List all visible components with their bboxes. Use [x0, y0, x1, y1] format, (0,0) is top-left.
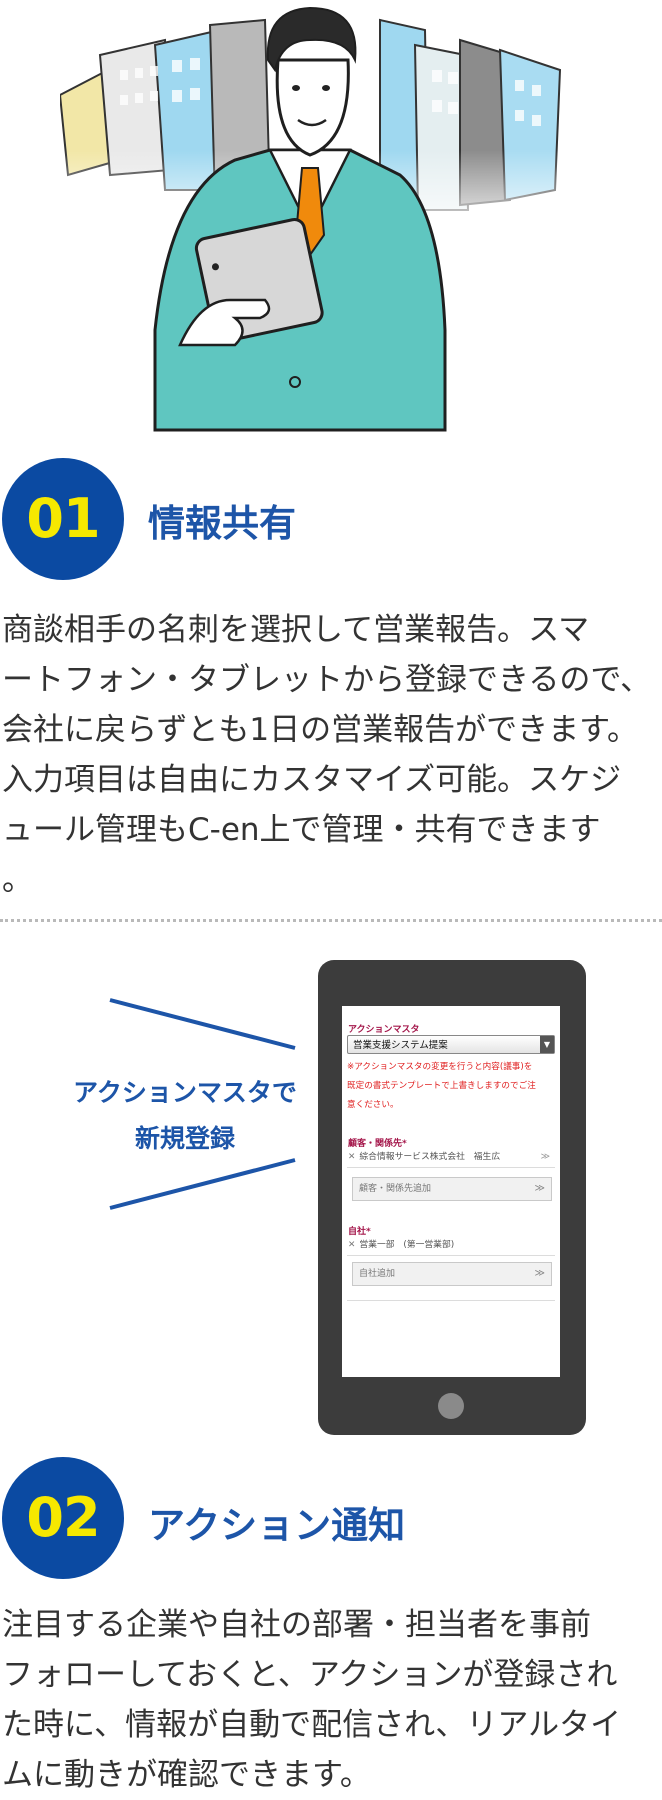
remove-icon[interactable]: ✕: [348, 1152, 355, 1162]
warning-line: 意ください。: [347, 1100, 399, 1110]
customer-tag[interactable]: ✕ 綜合情報サービス株式会社 福生広 ≫: [348, 1148, 554, 1166]
phone-home-button: [438, 1393, 464, 1419]
body-line: 入力項目は自由にカスタマイズ可能。スケジ: [2, 762, 622, 798]
own-company-tag-text: 営業一部 (第一営業部): [359, 1240, 455, 1250]
body-line: ムに動きが確認できます。: [2, 1757, 371, 1793]
dotted-divider: [0, 919, 662, 922]
own-company-add-text: 自社追加: [359, 1269, 396, 1279]
body-line: 注目する企業や自社の部署・担当者を事前: [2, 1607, 591, 1643]
action-master-value: 営業支援システム提案: [353, 1040, 448, 1051]
divider: [347, 1167, 555, 1168]
dropdown-arrow-icon: ▼: [540, 1036, 554, 1053]
own-company-add-select[interactable]: 自社追加 ≫: [352, 1262, 552, 1286]
warning-line: ※アクションマスタの変更を行うと内容(議事)を: [347, 1062, 533, 1072]
action-master-select[interactable]: 営業支援システム提案 ▼: [347, 1035, 555, 1054]
customer-tag-text: 綜合情報サービス株式会社 福生広: [359, 1152, 501, 1162]
callout-line: 新規登録: [134, 1124, 235, 1153]
section-number-badge: 01: [2, 458, 124, 580]
chevron-down-icon: ≫: [534, 1268, 545, 1279]
body-line: 商談相手の名刺を選択して営業報告。スマ: [2, 612, 590, 648]
section-body-text: 注目する企業や自社の部署・担当者を事前 フォローしておくと、アクションが登録され…: [2, 1600, 658, 1800]
body-line: ュール管理もC-en上で管理・共有できます: [2, 812, 601, 848]
hero-illustration: [60, 6, 580, 432]
section-title: アクション通知: [148, 1504, 406, 1547]
customer-add-select[interactable]: 顧客・関係先追加 ≫: [352, 1177, 552, 1201]
section-number-badge: 02: [2, 1457, 124, 1579]
own-company-tag[interactable]: ✕ 営業一部 (第一営業部): [348, 1236, 554, 1254]
warning-line: 既定の書式テンプレートで上書きしますのでご注: [347, 1081, 536, 1091]
phone-mockup: アクションマスタ 営業支援システム提案 ▼ ※アクションマスタの変更を行うと内容…: [318, 960, 586, 1435]
divider: [347, 1255, 555, 1256]
phone-screen: アクションマスタ 営業支援システム提案 ▼ ※アクションマスタの変更を行うと内容…: [342, 1006, 560, 1377]
body-line: 。: [2, 862, 33, 898]
remove-icon[interactable]: ✕: [348, 1240, 355, 1250]
body-line: た時に、情報が自動で配信され、リアルタイ: [2, 1707, 622, 1743]
chevron-down-icon: ≫: [534, 1183, 545, 1194]
chevron-down-icon: ≫: [540, 1152, 550, 1162]
action-master-label: アクションマスタ: [348, 1025, 420, 1035]
body-line: ートフォン・タブレットから登録できるので、: [2, 662, 652, 698]
body-line: 会社に戻らずとも1日の営業報告ができます。: [2, 712, 639, 748]
body-line: フォローしておくと、アクションが登録され: [2, 1657, 618, 1693]
divider: [347, 1300, 555, 1301]
customer-add-text: 顧客・関係先追加: [359, 1184, 432, 1194]
section-title: 情報共有: [148, 502, 296, 545]
callout-line: アクションマスタで: [73, 1078, 297, 1107]
callout-text: アクションマスタで 新規登録: [60, 1070, 310, 1162]
section-body-text: 商談相手の名刺を選択して営業報告。スマ ートフォン・タブレットから登録できるので…: [2, 605, 658, 905]
warning-text: ※アクションマスタの変更を行うと内容(議事)を 既定の書式テンプレートで上書きし…: [347, 1058, 557, 1115]
